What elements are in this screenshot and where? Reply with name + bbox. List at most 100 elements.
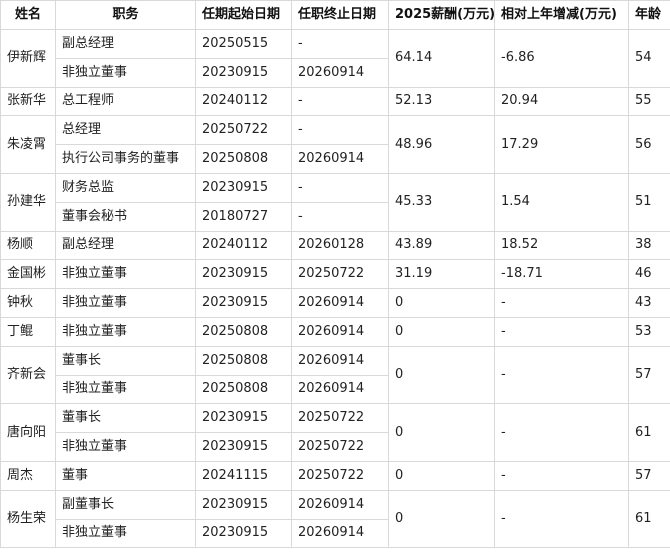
salary-2025: 0 [388, 288, 495, 318]
salary-change: -18.71 [494, 259, 629, 290]
age: 51 [628, 172, 670, 232]
age: 61 [628, 489, 670, 549]
table-row: 伊新辉 副总经理 20250515-64.14 -6.86 54 [0, 29, 670, 88]
table-row: 钟秋 非独立董事 20230915 20260914 0-43 [0, 288, 670, 318]
position-title: 副董事长 [55, 489, 196, 520]
start-date: 20230915 [195, 518, 292, 549]
header-change: 相对上年增减(万元) [494, 0, 629, 30]
salary-2025: 0 [388, 460, 495, 491]
salary-change: - [494, 489, 629, 549]
end-date: - [291, 115, 389, 146]
person-name: 朱凌霄 [0, 115, 56, 174]
table-row: 齐新会 董事长 20250808 20260914 0-57 [0, 345, 670, 405]
table-row: 丁鲲 非独立董事 20250808 20260914 0-53 [0, 316, 670, 347]
age: 43 [628, 288, 670, 318]
header-end-date: 任职终止日期 [291, 0, 389, 30]
salary-2025: 0 [388, 316, 495, 347]
start-date: 20230915 [195, 489, 292, 520]
header-salary-2025: 2025薪酬(万元) [388, 0, 495, 30]
start-date: 20250515 [195, 29, 292, 59]
start-date: 20230915 [195, 259, 292, 290]
end-date: 20260914 [291, 316, 389, 347]
salary-change: - [494, 288, 629, 318]
table-header-row: 姓名 职务 任期起始日期 任职终止日期 2025薪酬(万元) 相对上年增减(万元… [0, 0, 670, 30]
salary-2025: 48.96 [388, 115, 495, 174]
end-date: 20250722 [291, 460, 389, 491]
start-date: 20250808 [195, 374, 292, 405]
person-name: 钟秋 [0, 288, 56, 318]
end-date: 20250722 [291, 259, 389, 290]
start-date: 20240112 [195, 86, 292, 117]
table-row: 孙建华 财务总监 20230915-45.33 1.54 51 [0, 172, 670, 232]
end-date: 20260914 [291, 489, 389, 520]
age: 54 [628, 29, 670, 88]
salary-change: 20.94 [494, 86, 629, 117]
end-date: 20250722 [291, 403, 389, 434]
position-title: 非独立董事 [55, 374, 196, 405]
position-title: 非独立董事 [55, 316, 196, 347]
person-name: 齐新会 [0, 345, 56, 405]
person-name: 张新华 [0, 86, 56, 117]
end-date: 20260914 [291, 288, 389, 318]
person-name: 周杰 [0, 460, 56, 491]
age: 46 [628, 259, 670, 290]
salary-2025: 31.19 [388, 259, 495, 290]
position-title: 财务总监 [55, 172, 196, 203]
header-name: 姓名 [0, 0, 56, 30]
table-row: 唐向阳 董事长 20230915 20250722 0-61 [0, 403, 670, 462]
position-title: 非独立董事 [55, 432, 196, 462]
age: 57 [628, 345, 670, 405]
start-date: 20230915 [195, 57, 292, 88]
table-row: 杨顺 副总经理 20240112 20260128 43.89 18.52 38 [0, 230, 670, 261]
salary-change: 18.52 [494, 230, 629, 261]
header-position: 职务 [55, 0, 196, 30]
age: 57 [628, 460, 670, 491]
position-title: 非独立董事 [55, 518, 196, 549]
salary-change: 1.54 [494, 172, 629, 232]
age: 53 [628, 316, 670, 347]
end-date: 20260128 [291, 230, 389, 261]
end-date: - [291, 172, 389, 203]
table-row: 杨生荣 副董事长 20230915 20260914 0-61 [0, 489, 670, 549]
age: 61 [628, 403, 670, 462]
start-date: 20250808 [195, 345, 292, 376]
start-date: 20230915 [195, 403, 292, 434]
person-name: 金国彬 [0, 259, 56, 290]
start-date: 20180727 [195, 201, 292, 232]
salary-2025: 0 [388, 345, 495, 405]
position-title: 董事长 [55, 345, 196, 376]
person-name: 丁鲲 [0, 316, 56, 347]
header-age: 年龄 [628, 0, 670, 30]
header-start-date: 任期起始日期 [195, 0, 292, 30]
age: 38 [628, 230, 670, 261]
position-title: 董事长 [55, 403, 196, 434]
end-date: 20260914 [291, 345, 389, 376]
salary-change: - [494, 460, 629, 491]
person-name: 伊新辉 [0, 29, 56, 88]
start-date: 20240112 [195, 230, 292, 261]
executive-compensation-table: 姓名 职务 任期起始日期 任职终止日期 2025薪酬(万元) 相对上年增减(万元… [0, 0, 670, 549]
salary-2025: 43.89 [388, 230, 495, 261]
salary-change: - [494, 403, 629, 462]
start-date: 20250808 [195, 316, 292, 347]
salary-2025: 0 [388, 403, 495, 462]
end-date: - [291, 201, 389, 232]
salary-change: 17.29 [494, 115, 629, 174]
start-date: 20230915 [195, 432, 292, 462]
table-body: 伊新辉 副总经理 20250515-64.14 -6.86 54 非独立董事 2023091… [0, 29, 670, 549]
start-date: 20250808 [195, 144, 292, 174]
start-date: 20250722 [195, 115, 292, 146]
position-title: 董事会秘书 [55, 201, 196, 232]
position-title: 董事 [55, 460, 196, 491]
end-date: 20260914 [291, 57, 389, 88]
person-name: 杨顺 [0, 230, 56, 261]
start-date: 20241115 [195, 460, 292, 491]
position-title: 执行公司事务的董事 [55, 144, 196, 174]
person-name: 唐向阳 [0, 403, 56, 462]
person-name: 孙建华 [0, 172, 56, 232]
end-date: 20260914 [291, 144, 389, 174]
position-title: 总经理 [55, 115, 196, 146]
end-date: 20260914 [291, 518, 389, 549]
end-date: 20250722 [291, 432, 389, 462]
position-title: 非独立董事 [55, 57, 196, 88]
